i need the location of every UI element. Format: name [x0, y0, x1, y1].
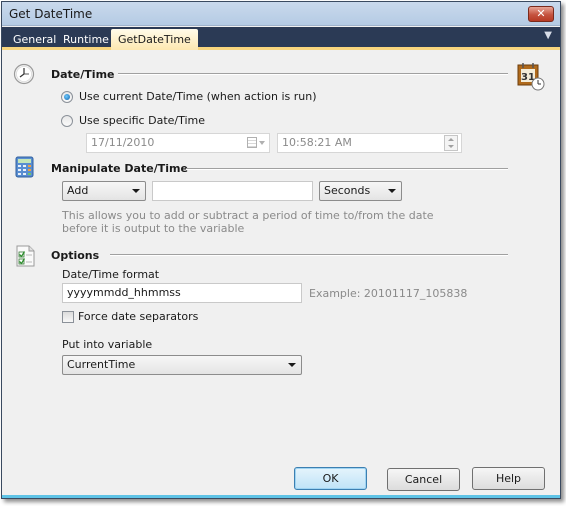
amount-input[interactable]: [152, 181, 313, 201]
title-bar: Get DateTime ✕: [2, 2, 560, 26]
tab-getdatetime[interactable]: GetDateTime: [111, 29, 198, 50]
date-value: 17/11/2010: [91, 136, 155, 149]
get-datetime-dialog: Get DateTime ✕ General Runtime GetDateTi…: [1, 1, 561, 499]
force-separators-option[interactable]: Force date separators: [62, 310, 198, 323]
tab-content: Date/Time 31 Use current Date/Time (when…: [2, 53, 560, 498]
tab-bar: General Runtime GetDateTime ▼: [2, 27, 560, 50]
unit-dropdown[interactable]: Seconds: [319, 181, 402, 201]
close-button[interactable]: ✕: [528, 6, 554, 22]
close-icon: ✕: [536, 7, 546, 20]
tab-runtime[interactable]: Runtime: [56, 29, 116, 50]
cancel-button[interactable]: Cancel: [387, 468, 460, 491]
use-current-label: Use current Date/Time (when action is ru…: [79, 90, 317, 103]
unit-value: Seconds: [324, 184, 371, 197]
use-specific-radio[interactable]: [61, 114, 73, 127]
variable-dropdown[interactable]: CurrentTime: [62, 355, 302, 375]
ok-button[interactable]: OK: [294, 467, 367, 490]
clock-icon: [13, 63, 35, 85]
chevron-down-icon: [388, 189, 396, 193]
chevron-down-icon: [132, 189, 140, 193]
manipulate-help-line1: This allows you to add or subtract a per…: [62, 209, 434, 222]
operation-dropdown[interactable]: Add: [62, 181, 146, 201]
time-value: 10:58:21 AM: [282, 136, 352, 149]
section-divider: [186, 168, 508, 170]
window-title: Get DateTime: [9, 7, 93, 21]
checklist-icon: [16, 245, 35, 267]
calendar-dropdown-icon[interactable]: [247, 137, 265, 148]
spin-up-icon[interactable]: [448, 138, 454, 141]
time-spinner[interactable]: [444, 135, 458, 151]
manipulate-section-title: Manipulate Date/Time: [51, 162, 188, 175]
spin-down-icon[interactable]: [448, 145, 454, 148]
help-button[interactable]: Help: [472, 467, 545, 490]
format-input[interactable]: yyyymmdd_hhmmss: [62, 283, 302, 303]
use-current-radio[interactable]: [61, 90, 73, 103]
chevron-down-icon: [288, 363, 296, 367]
tab-general[interactable]: General: [6, 29, 63, 50]
datetime-section-title: Date/Time: [51, 68, 115, 81]
calculator-icon: [15, 156, 34, 178]
options-section-title: Options: [51, 249, 100, 262]
force-separators-label: Force date separators: [78, 310, 199, 323]
bottom-accent-bar: [2, 495, 560, 498]
date-picker[interactable]: 17/11/2010: [86, 133, 270, 153]
variable-value: CurrentTime: [67, 358, 136, 371]
tab-menu-icon[interactable]: ▼: [544, 30, 552, 41]
use-specific-option[interactable]: Use specific Date/Time: [61, 114, 205, 127]
time-picker[interactable]: 10:58:21 AM: [277, 133, 462, 153]
section-divider: [118, 73, 508, 75]
format-label: Date/Time format: [62, 268, 160, 281]
force-separators-checkbox[interactable]: [62, 310, 74, 323]
calendar-clock-icon: 31: [516, 61, 546, 91]
manipulate-help-line2: before it is output to the variable: [62, 222, 245, 235]
use-current-option[interactable]: Use current Date/Time (when action is ru…: [61, 90, 317, 103]
variable-label: Put into variable: [62, 338, 153, 351]
use-specific-label: Use specific Date/Time: [79, 114, 206, 127]
format-value: yyyymmdd_hhmmss: [67, 286, 181, 299]
format-example: Example: 20101117_105838: [309, 287, 468, 300]
section-divider: [110, 254, 508, 256]
operation-value: Add: [67, 184, 89, 197]
